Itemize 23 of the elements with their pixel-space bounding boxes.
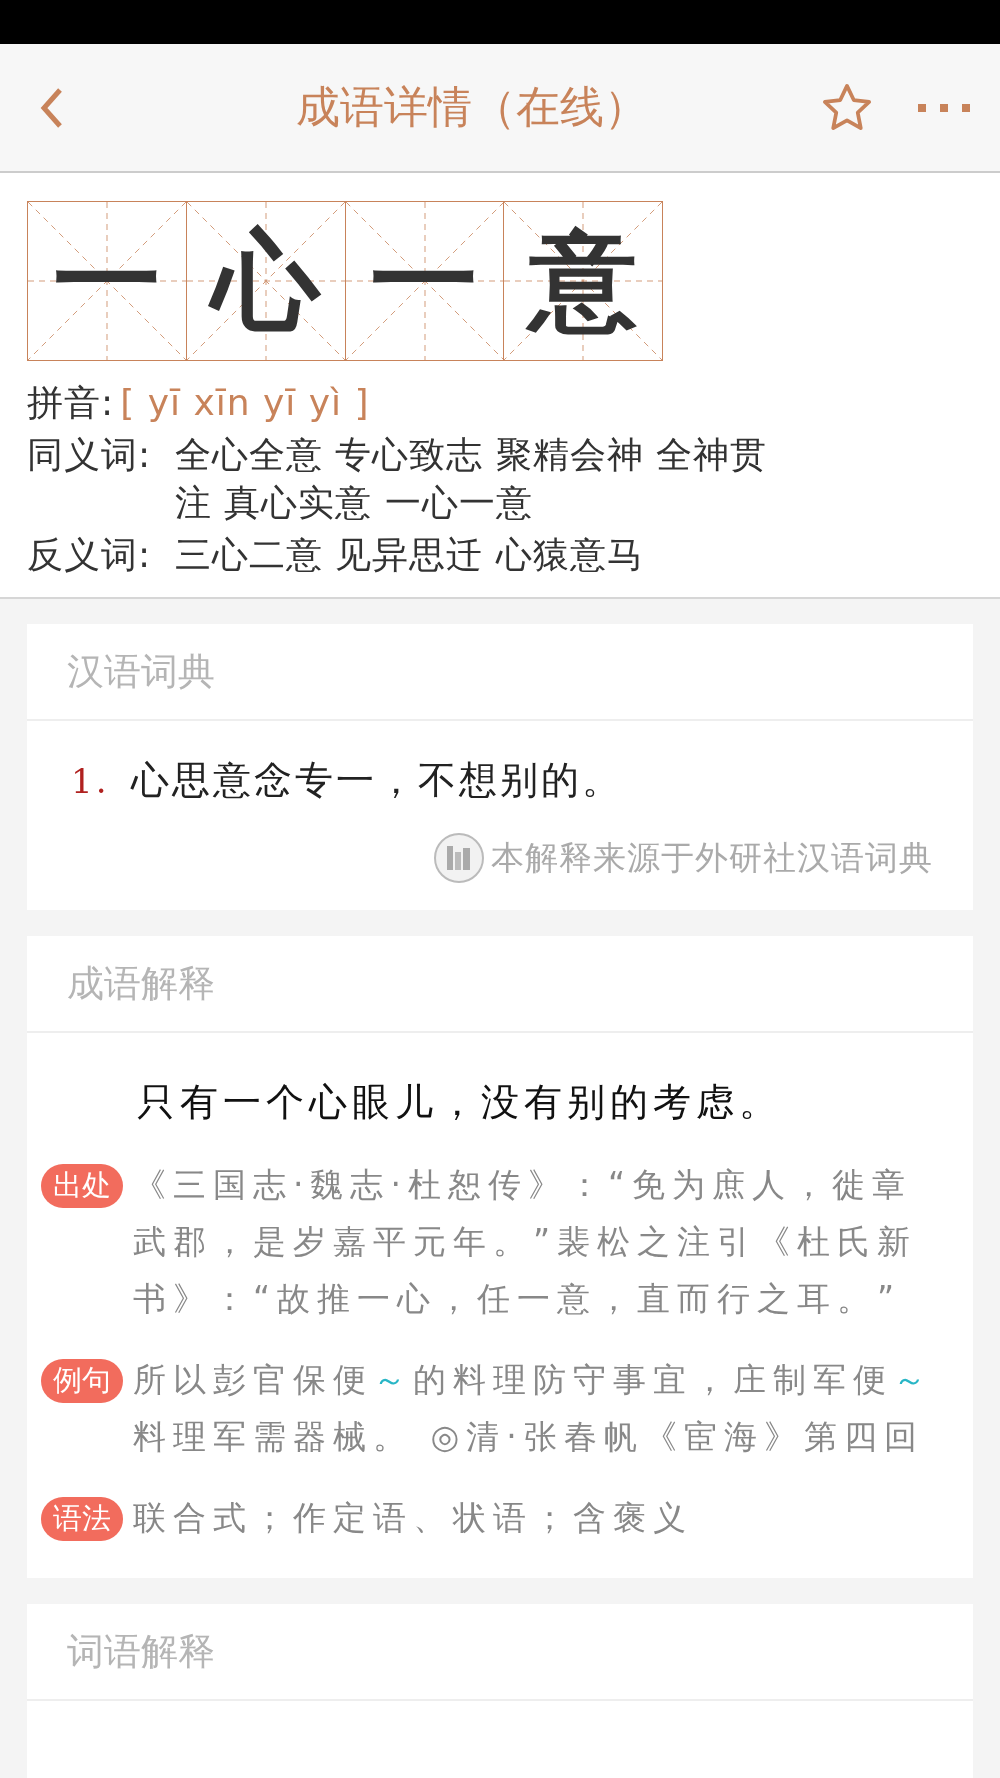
item-number: 1.: [70, 761, 110, 801]
synonyms-value: 全心全意 专心致志 聚精会神 全神贯注 真心实意 一心一意: [175, 433, 769, 525]
synonyms-label: 同义词:: [27, 433, 153, 477]
idiom-character: 一: [52, 227, 161, 335]
antonyms-value: 三心二意 见异思迁 心猿意马: [175, 533, 644, 577]
entry-text: 《三国志·魏志·杜恕传》：“免为庶人，徙章武郡，是岁嘉平元年。”裴松之注引《杜氏新书》：“故推一心，任一意，直而行之耳。”: [133, 1164, 919, 1320]
section-title: 汉语词典: [27, 624, 973, 721]
entry-tag: 语法: [41, 1497, 123, 1541]
definition-text: 心思意念专一，不想别的。: [131, 757, 624, 804]
pinyin-value: [ yī xīn yī yì ]: [120, 381, 370, 425]
pinyin-label: 拼音:: [27, 381, 115, 425]
publisher-logo-icon: [433, 832, 485, 884]
entry-text: 所以彭官保便～的料理防守事宜，庄制军便～ 料理军需器械。 ◎清·张春帆《宦海》第四回: [133, 1359, 933, 1458]
section-title: 成语解释: [27, 936, 973, 1033]
antonyms-label: 反义词:: [27, 533, 153, 577]
section-title: 词语解释: [27, 1604, 973, 1701]
entry-text: 联合式；作定语、状语；含褒义: [133, 1497, 693, 1539]
page-title: 成语详情（在线）: [295, 80, 649, 134]
source-note: 本解释来源于外研社汉语词典: [491, 836, 933, 879]
meaning-text: 只有一个心眼儿，没有别的考虑。: [136, 1079, 783, 1126]
entry-tag: 例句: [41, 1359, 123, 1403]
idiom-character: 一: [370, 227, 479, 335]
entry-tag: 出处: [41, 1164, 123, 1208]
